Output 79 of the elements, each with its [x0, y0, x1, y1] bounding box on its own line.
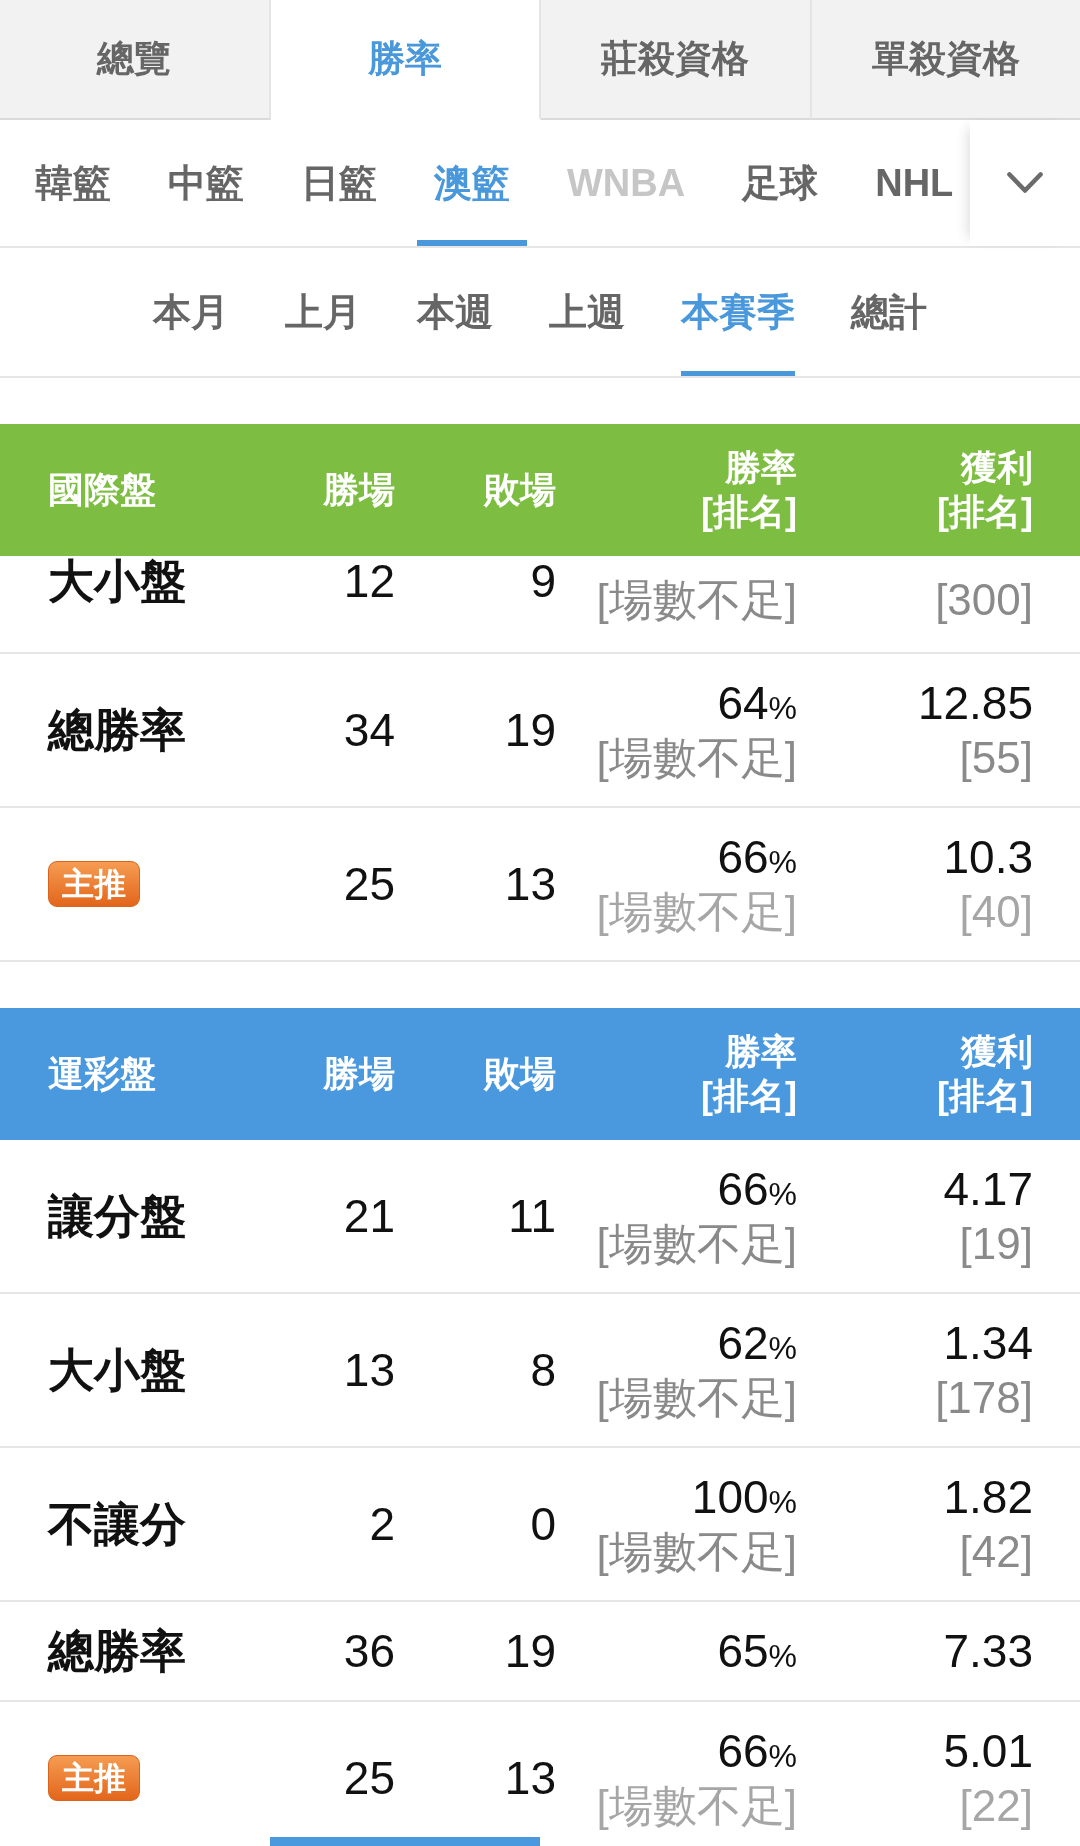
rate-rank: [場數不足]: [596, 1782, 797, 1830]
column-header: 敗場: [484, 1052, 556, 1096]
profit-value: 12.85: [917, 678, 1033, 728]
wins-count: 25: [343, 859, 395, 909]
losses-count: 0: [530, 1499, 556, 1549]
column-header: 勝場: [323, 1052, 395, 1096]
row-label: 總勝率: [48, 705, 186, 755]
wins-count: 13: [343, 1345, 395, 1395]
rate-rank: [場數不足]: [596, 1528, 797, 1576]
win-rate: 62%: [717, 1318, 797, 1368]
losses-count: 13: [504, 1753, 556, 1803]
row-label: 大小盤: [48, 1345, 186, 1395]
period-tab[interactable]: 本賽季: [681, 248, 795, 376]
profit-rank: [300]: [935, 576, 1033, 624]
losses-count: 9: [530, 558, 556, 604]
tab[interactable]: 莊殺資格: [541, 0, 812, 120]
league-tab[interactable]: 澳籃: [417, 120, 527, 246]
pick-badge: 主推: [48, 861, 140, 907]
column-header: 勝率 [排名]: [701, 446, 797, 534]
league-tab[interactable]: 中籃: [151, 120, 261, 246]
win-rate: 66%: [717, 1164, 797, 1214]
column-header: 運彩盤: [48, 1052, 156, 1096]
wins-count: 2: [369, 1499, 395, 1549]
win-rate: 65%: [717, 1626, 797, 1676]
rate-rank: [場數不足]: [596, 576, 797, 624]
profit-value: 1.34: [943, 1318, 1033, 1368]
period-tab[interactable]: 總計: [851, 248, 927, 376]
rate-rank: [場數不足]: [596, 888, 797, 936]
league-tab[interactable]: 足球: [725, 120, 836, 246]
league-tab[interactable]: 日籃: [284, 120, 394, 246]
rate-rank: [場數不足]: [596, 1220, 797, 1268]
wins-count: 34: [343, 705, 395, 755]
win-rate: 66%: [717, 1726, 797, 1776]
profit-value: 4.17: [943, 1164, 1033, 1214]
tab[interactable]: 總覽: [0, 0, 271, 120]
period-tab[interactable]: 本月: [153, 248, 229, 376]
chevron-down-icon: [1007, 172, 1043, 194]
column-header: 敗場: [484, 468, 556, 512]
row-label: 不讓分: [48, 1499, 186, 1549]
column-header: 獲利 [排名]: [937, 446, 1033, 534]
profit-rank: [19]: [959, 1220, 1033, 1268]
tab[interactable]: 單殺資格: [811, 0, 1080, 120]
win-rate: 64%: [717, 678, 797, 728]
profit-rank: [178]: [935, 1374, 1033, 1422]
wins-count: 12: [343, 558, 395, 604]
rate-rank: [場數不足]: [596, 734, 797, 782]
profit-rank: [40]: [959, 888, 1033, 936]
period-tab[interactable]: 上週: [549, 248, 625, 376]
column-header: 獲利 [排名]: [937, 1030, 1033, 1118]
win-rate: 100%: [691, 1472, 797, 1522]
wins-count: 21: [343, 1191, 395, 1241]
losses-count: 19: [504, 705, 556, 755]
row-label: 總勝率: [48, 1626, 186, 1676]
profit-value: 10.3: [943, 832, 1033, 882]
period-tab[interactable]: 本週: [417, 248, 493, 376]
losses-count: 8: [530, 1345, 556, 1395]
pick-badge: 主推: [48, 1755, 140, 1801]
league-tab[interactable]: NHL: [858, 120, 970, 246]
period-tab[interactable]: 上月: [285, 248, 361, 376]
profit-value: 5.01: [943, 1726, 1033, 1776]
profit-rank: [42]: [959, 1528, 1033, 1576]
profit-rank: [22]: [959, 1782, 1033, 1830]
win-rate: 66%: [717, 832, 797, 882]
wins-count: 25: [343, 1753, 395, 1803]
row-label: 大小盤: [48, 558, 186, 604]
league-tab[interactable]: 韓籃: [18, 120, 128, 246]
dropdown-button[interactable]: [970, 120, 1080, 246]
profit-value: 7.33: [943, 1626, 1033, 1676]
rate-rank: [場數不足]: [596, 1374, 797, 1422]
losses-count: 11: [508, 1191, 556, 1241]
column-header: 國際盤: [48, 468, 156, 512]
column-header: 勝場: [323, 468, 395, 512]
losses-count: 19: [504, 1626, 556, 1676]
column-header: 勝率 [排名]: [701, 1030, 797, 1118]
profit-rank: [55]: [959, 734, 1033, 782]
profit-value: 1.82: [943, 1472, 1033, 1522]
wins-count: 36: [343, 1626, 395, 1676]
row-label: 讓分盤: [48, 1191, 186, 1241]
losses-count: 13: [504, 859, 556, 909]
